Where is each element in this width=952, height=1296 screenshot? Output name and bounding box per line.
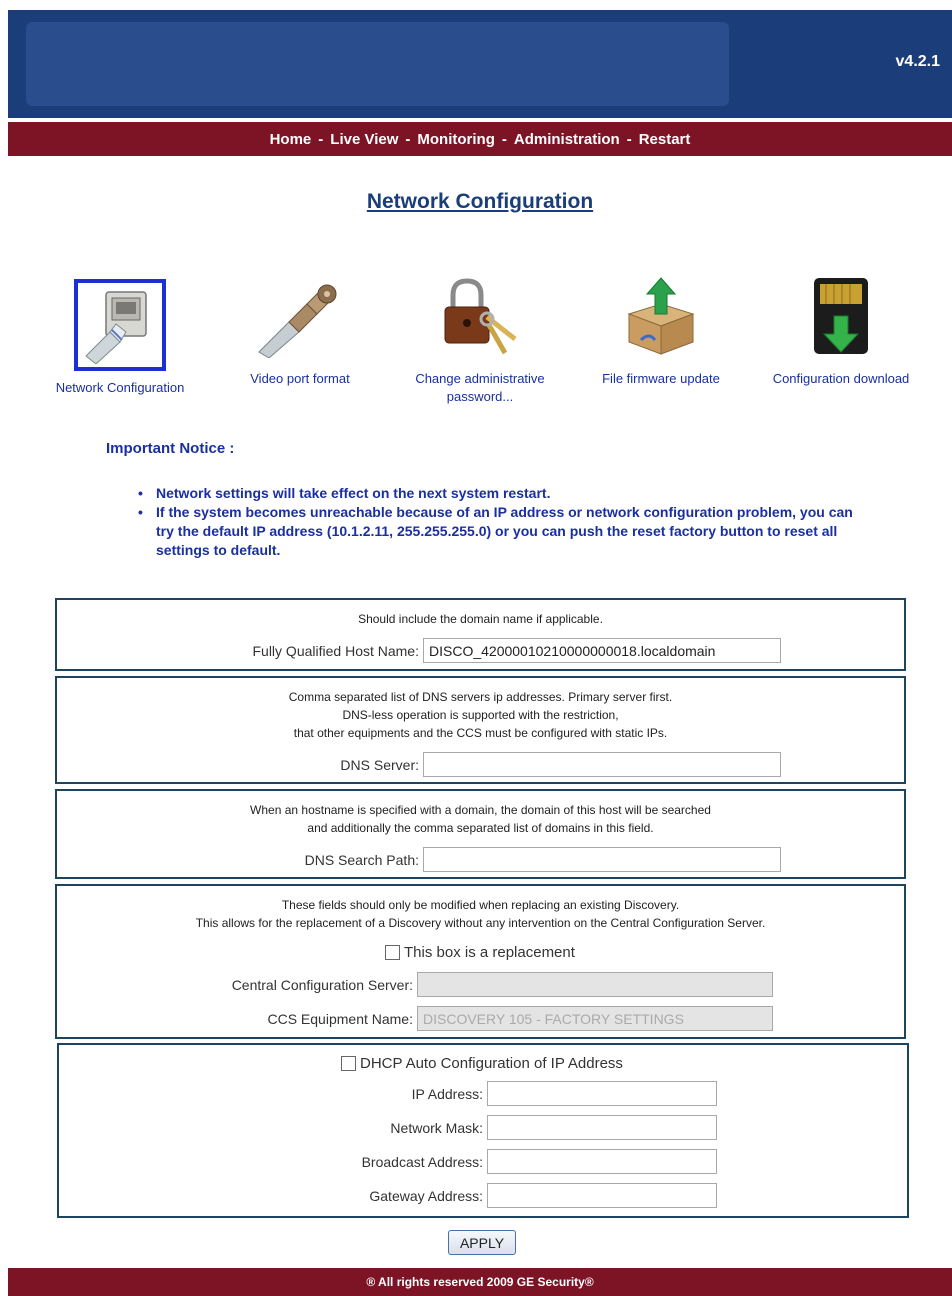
dns-server-label: DNS Server:: [340, 756, 419, 773]
replacement-checkbox-label: This box is a replacement: [404, 944, 575, 961]
broadcast-address-label: Broadcast Address:: [361, 1153, 483, 1170]
apply-button[interactable]: APPLY: [448, 1230, 516, 1255]
replacement-help-line: This allows for the replacement of a Dis…: [195, 916, 766, 930]
network-mask-input[interactable]: [487, 1115, 717, 1140]
tool-label[interactable]: Change administrative password...: [402, 370, 558, 406]
nav-administration[interactable]: Administration: [514, 131, 620, 148]
ccs-equipment-label: CCS Equipment Name:: [267, 1010, 413, 1027]
host-name-input[interactable]: [423, 638, 781, 663]
host-name-help: Should include the domain name if applic…: [358, 612, 603, 626]
ccs-label: Central Configuration Server:: [231, 976, 413, 993]
dns-server-input[interactable]: [423, 752, 781, 777]
host-name-label: Fully Qualified Host Name:: [252, 642, 419, 659]
sd-card-download-icon[interactable]: [795, 270, 887, 362]
dns-server-section: Comma separated list of DNS servers ip a…: [55, 676, 906, 784]
tool-firmware-update[interactable]: File firmware update: [590, 270, 732, 388]
nav-separator: -: [318, 130, 324, 148]
box-upload-icon[interactable]: [615, 270, 707, 362]
nav-home[interactable]: Home: [270, 131, 312, 148]
replacement-checkbox[interactable]: [385, 945, 400, 960]
notice-title: Important Notice :: [106, 440, 235, 457]
replacement-help-line: These fields should only be modified whe…: [281, 898, 680, 912]
gateway-address-label: Gateway Address:: [369, 1187, 483, 1204]
ip-address-input[interactable]: [487, 1081, 717, 1106]
tool-label[interactable]: Video port format: [230, 370, 370, 388]
ccs-equipment-input[interactable]: [417, 1006, 773, 1031]
header-banner: v4.2.1: [8, 10, 952, 118]
search-help-line: and additionally the comma separated lis…: [307, 821, 654, 835]
host-name-section: Should include the domain name if applic…: [55, 598, 906, 671]
copyright-text: ® All rights reserved 2009 GE Security®: [366, 1275, 594, 1289]
tool-label[interactable]: Configuration download: [762, 370, 920, 388]
footer: ® All rights reserved 2009 GE Security®: [8, 1268, 952, 1296]
bnc-connector-icon[interactable]: [254, 270, 346, 362]
tool-video-port-format[interactable]: Video port format: [230, 270, 370, 388]
dns-help-line: that other equipments and the CCS must b…: [293, 726, 668, 740]
notice-item: If the system becomes unreachable becaus…: [136, 503, 866, 560]
nav-separator: -: [405, 130, 411, 148]
tool-network-configuration[interactable]: Network Configuration: [40, 279, 200, 397]
dns-search-label: DNS Search Path:: [304, 851, 419, 868]
nav-monitoring[interactable]: Monitoring: [417, 131, 494, 148]
dhcp-label: DHCP Auto Configuration of IP Address: [360, 1055, 623, 1072]
tool-configuration-download[interactable]: Configuration download: [762, 270, 920, 388]
dns-help-line: Comma separated list of DNS servers ip a…: [288, 690, 673, 704]
network-mask-label: Network Mask:: [390, 1119, 483, 1136]
nav-live-view[interactable]: Live View: [330, 131, 398, 148]
dns-help-line: DNS-less operation is supported with the…: [342, 708, 619, 722]
replacement-section: These fields should only be modified whe…: [55, 884, 906, 1039]
notice-list: Network settings will take effect on the…: [136, 484, 866, 560]
main-nav: Home - Live View - Monitoring - Administ…: [8, 122, 952, 156]
dns-search-input[interactable]: [423, 847, 781, 872]
nav-restart[interactable]: Restart: [639, 131, 691, 148]
tool-label[interactable]: Network Configuration: [40, 379, 200, 397]
tool-label[interactable]: File firmware update: [590, 370, 732, 388]
network-jack-icon[interactable]: [74, 279, 166, 371]
dhcp-checkbox[interactable]: [341, 1056, 356, 1071]
page-title: Network Configuration: [366, 190, 594, 213]
ccs-input[interactable]: [417, 972, 773, 997]
nav-separator: -: [626, 130, 632, 148]
version-label: v4.2.1: [895, 53, 940, 70]
nav-separator: -: [501, 130, 507, 148]
broadcast-address-input[interactable]: [487, 1149, 717, 1174]
gateway-address-input[interactable]: [487, 1183, 717, 1208]
tool-change-password[interactable]: Change administrative password...: [402, 270, 558, 406]
ip-address-label: IP Address:: [411, 1085, 483, 1102]
padlock-keys-icon[interactable]: [434, 270, 526, 362]
ip-section: DHCP Auto Configuration of IP Address IP…: [57, 1043, 909, 1218]
notice-item: Network settings will take effect on the…: [136, 484, 866, 503]
dns-search-section: When an hostname is specified with a dom…: [55, 789, 906, 879]
search-help-line: When an hostname is specified with a dom…: [250, 803, 711, 817]
header-logo-area: [26, 22, 729, 106]
